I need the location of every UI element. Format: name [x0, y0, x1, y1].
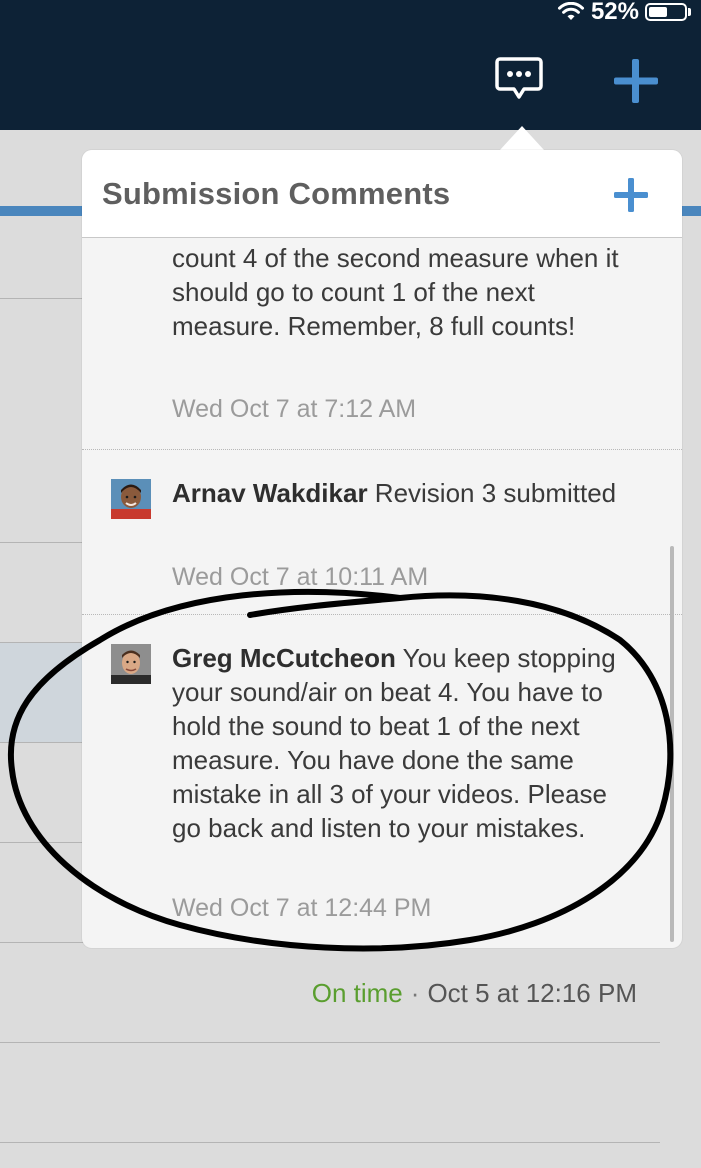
- background-row-divider: [0, 1042, 660, 1043]
- avatar[interactable]: [111, 479, 151, 519]
- popover-scrollbar[interactable]: [670, 546, 674, 942]
- student-avatar-icon: [111, 479, 151, 519]
- comment-date: Wed Oct 7 at 10:11 AM: [172, 563, 429, 591]
- background-row-divider: [0, 1142, 660, 1143]
- popover-arrow: [500, 126, 544, 150]
- battery-percent: 52%: [590, 0, 639, 25]
- battery-icon: [645, 3, 687, 21]
- app-bar: 52%: [0, 0, 701, 130]
- comment-body: Greg McCutcheon You keep stopping your s…: [172, 641, 632, 845]
- popover-title: Submission Comments: [102, 176, 451, 211]
- comment-separator: [82, 614, 682, 615]
- status-separator: ·: [410, 978, 420, 1008]
- battery-nub: [688, 8, 691, 16]
- speech-bubble-ellipsis-icon: [495, 57, 543, 99]
- comment-author[interactable]: Greg McCutcheon: [172, 643, 396, 673]
- comments-button[interactable]: [494, 56, 544, 102]
- add-button[interactable]: [612, 57, 660, 105]
- submission-status-line: On time · Oct 5 at 12:16 PM: [312, 978, 637, 1009]
- comment-author[interactable]: Arnav Wakdikar: [172, 478, 368, 508]
- battery-fill: [649, 7, 667, 17]
- plus-icon: [614, 59, 658, 103]
- comment-body: count 4 of the second measure when it sh…: [172, 241, 632, 343]
- comment-text: Revision 3 submitted: [367, 478, 617, 508]
- plus-icon: [614, 178, 648, 212]
- comment-text: You keep stopping your sound/air on beat…: [172, 643, 616, 843]
- submitted-date: Oct 5 at 12:16 PM: [427, 978, 637, 1008]
- submission-comments-popover: Submission Comments count 4 of the secon…: [82, 150, 682, 948]
- comment-date: Wed Oct 7 at 7:12 AM: [172, 395, 417, 423]
- status-bar: 52%: [557, 0, 691, 25]
- on-time-label: On time: [311, 978, 403, 1008]
- wifi-icon: [557, 2, 584, 20]
- teacher-avatar-icon: [111, 644, 151, 684]
- comment-separator: [82, 449, 682, 450]
- comment-date: Wed Oct 7 at 12:44 PM: [172, 894, 432, 922]
- comment-body: Arnav Wakdikar Revision 3 submitted: [172, 476, 632, 510]
- avatar[interactable]: [111, 644, 151, 684]
- comment-text: count 4 of the second measure when it sh…: [172, 243, 619, 341]
- popover-header: Submission Comments: [82, 150, 682, 238]
- add-comment-button[interactable]: [612, 176, 650, 214]
